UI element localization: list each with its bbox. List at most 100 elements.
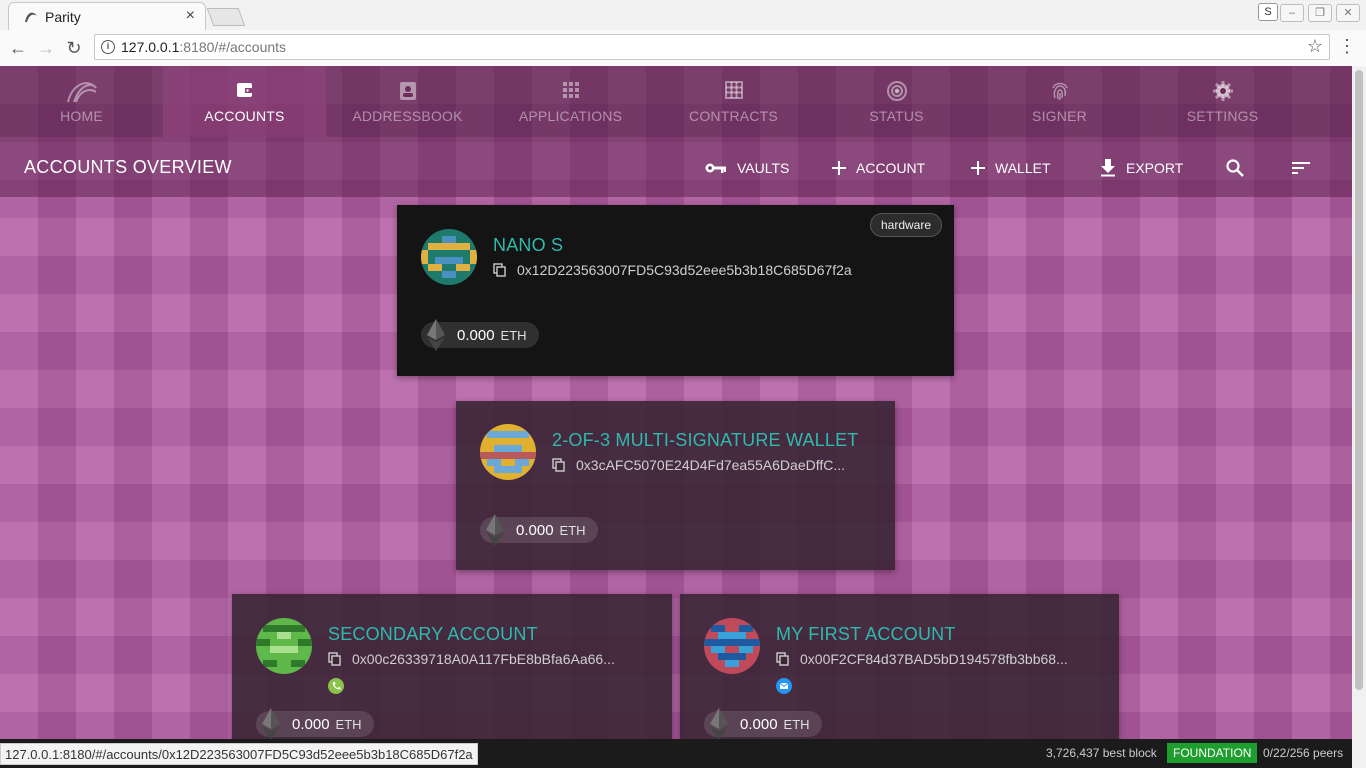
balance-value: 0.000 bbox=[457, 326, 495, 344]
nav-addressbook[interactable]: ADDRESSBOOK bbox=[326, 66, 489, 137]
balance-chip: 0.000 ETH bbox=[256, 708, 374, 740]
browser-toolbar: ← → ↻ i 127.0.0.1:8180/#/accounts ☆ ⋮ bbox=[0, 30, 1366, 67]
hardware-badge: hardware bbox=[869, 213, 942, 237]
tab-title: Parity bbox=[45, 9, 81, 25]
wallet-label: WALLET bbox=[995, 160, 1051, 176]
address-bar[interactable]: i 127.0.0.1:8180/#/accounts ☆ bbox=[94, 34, 1330, 60]
gear-icon bbox=[1212, 81, 1233, 101]
browser-tab[interactable]: Parity × bbox=[8, 2, 206, 30]
account-address: 0x00F2CF84d37BAD5bD194578fb3bb68... bbox=[776, 651, 1068, 667]
nav-settings[interactable]: SETTINGS bbox=[1141, 66, 1304, 137]
chain-badge: FOUNDATION bbox=[1167, 743, 1258, 763]
search-button[interactable] bbox=[1226, 157, 1244, 179]
balance-value: 0.000 bbox=[516, 521, 554, 539]
page-title: ACCOUNTS OVERVIEW bbox=[24, 157, 232, 177]
copy-icon[interactable] bbox=[776, 652, 790, 666]
nav-signer[interactable]: SIGNER bbox=[978, 66, 1141, 137]
plus-icon bbox=[971, 161, 985, 175]
signal-icon bbox=[886, 81, 907, 101]
nav-label: ADDRESSBOOK bbox=[352, 108, 463, 124]
nav-home[interactable]: HOME bbox=[0, 66, 163, 137]
grid-icon bbox=[724, 81, 743, 99]
nav-label: SETTINGS bbox=[1186, 108, 1259, 124]
nav-label: HOME bbox=[60, 108, 103, 124]
sort-icon bbox=[1292, 162, 1310, 174]
nav-label: CONTRACTS bbox=[689, 108, 778, 124]
account-card[interactable]: hardware NANO S 0x12D223563007FD5C93d52e… bbox=[397, 205, 954, 376]
address-text: 0x3cAFC5070E24D4Fd7ea55A6DaeDffC... bbox=[576, 457, 846, 473]
vaults-button[interactable]: VAULTS bbox=[705, 157, 789, 179]
peer-count: 0/22/256 peers bbox=[1263, 746, 1344, 760]
copy-icon[interactable] bbox=[493, 263, 507, 277]
add-wallet-button[interactable]: WALLET bbox=[971, 157, 1051, 179]
window-controls: – ❐ ✕ bbox=[1280, 4, 1360, 22]
status-bar: 127.0.0.1:8180/#/accounts/0x12D223563007… bbox=[0, 739, 1352, 768]
vaults-label: VAULTS bbox=[737, 160, 790, 176]
minimize-window-icon[interactable]: – bbox=[1280, 4, 1304, 22]
browser-tab-strip: Parity × S – ❐ ✕ bbox=[0, 0, 1366, 31]
balance-chip: 0.000 ETH bbox=[480, 514, 598, 546]
back-arrow-icon[interactable]: ← bbox=[6, 36, 30, 60]
parity-logo-icon bbox=[66, 82, 97, 103]
identicon-avatar bbox=[421, 229, 477, 285]
export-label: EXPORT bbox=[1126, 160, 1184, 176]
maximize-window-icon[interactable]: ❐ bbox=[1308, 4, 1332, 22]
identicon-avatar bbox=[480, 424, 536, 480]
apps-grid-icon bbox=[562, 82, 579, 98]
bookmark-star-icon[interactable]: ☆ bbox=[1307, 36, 1323, 57]
nav-contracts[interactable]: CONTRACTS bbox=[652, 66, 815, 137]
extension-icon[interactable]: S bbox=[1258, 3, 1278, 21]
account-name[interactable]: MY FIRST ACCOUNT bbox=[776, 624, 956, 645]
account-name[interactable]: 2-OF-3 MULTI-SIGNATURE WALLET bbox=[552, 430, 859, 451]
account-name[interactable]: NANO S bbox=[493, 235, 563, 256]
nav-label: ACCOUNTS bbox=[204, 108, 285, 124]
copy-icon[interactable] bbox=[328, 652, 342, 666]
account-address: 0x3cAFC5070E24D4Fd7ea55A6DaeDffC... bbox=[552, 457, 845, 473]
balance-unit: ETH bbox=[783, 716, 810, 732]
search-icon bbox=[1226, 159, 1244, 177]
address-text: 0x00c26339718A0A117FbE8bBfa6Aa66... bbox=[352, 651, 615, 667]
balance-unit: ETH bbox=[559, 522, 586, 538]
parity-favicon-icon bbox=[25, 12, 37, 22]
sort-button[interactable] bbox=[1292, 157, 1312, 179]
close-tab-icon[interactable]: × bbox=[186, 7, 195, 25]
nav-accounts[interactable]: ACCOUNTS bbox=[163, 66, 326, 137]
export-button[interactable]: EXPORT bbox=[1100, 157, 1183, 179]
nav-status[interactable]: STATUS bbox=[815, 66, 978, 137]
add-account-button[interactable]: ACCOUNT bbox=[832, 157, 925, 179]
account-address: 0x12D223563007FD5C93d52eee5b3b18C685D67f… bbox=[493, 262, 852, 278]
browser-menu-icon[interactable]: ⋮ bbox=[1338, 36, 1356, 57]
forward-arrow-icon[interactable]: → bbox=[34, 36, 58, 60]
address-text: 0x12D223563007FD5C93d52eee5b3b18C685D67f… bbox=[517, 262, 852, 278]
site-info-icon[interactable]: i bbox=[101, 40, 115, 54]
balance-chip: 0.000 ETH bbox=[421, 319, 539, 351]
balance-value: 0.000 bbox=[292, 715, 330, 733]
nav-label: STATUS bbox=[869, 108, 924, 124]
balance-unit: ETH bbox=[335, 716, 362, 732]
plus-icon bbox=[832, 161, 846, 175]
account-card[interactable]: 2-OF-3 MULTI-SIGNATURE WALLET 0x3cAFC507… bbox=[456, 401, 895, 570]
account-address: 0x00c26339718A0A117FbE8bBfa6Aa66... bbox=[328, 651, 615, 667]
main-navigation: HOME ACCOUNTS ADDRESSBOOK APPLICATIONS C… bbox=[0, 66, 1352, 137]
account-name[interactable]: SECONDARY ACCOUNT bbox=[328, 624, 538, 645]
wallet-icon bbox=[236, 83, 253, 97]
account-label: ACCOUNT bbox=[856, 160, 926, 176]
scrollbar-thumb[interactable] bbox=[1355, 70, 1363, 690]
close-window-icon[interactable]: ✕ bbox=[1336, 4, 1360, 22]
address-text: 0x00F2CF84d37BAD5bD194578fb3bb68... bbox=[800, 651, 1068, 667]
best-block: 3,726,437 best block bbox=[1046, 746, 1157, 760]
balance-chip: 0.000 ETH bbox=[704, 708, 822, 740]
download-icon bbox=[1101, 159, 1115, 177]
new-tab-button[interactable] bbox=[206, 8, 246, 26]
page-scrollbar[interactable] bbox=[1352, 66, 1366, 768]
nav-label: APPLICATIONS bbox=[518, 108, 623, 124]
ethereum-icon bbox=[262, 708, 280, 740]
nav-applications[interactable]: APPLICATIONS bbox=[489, 66, 652, 137]
nav-label: SIGNER bbox=[1032, 108, 1087, 124]
copy-icon[interactable] bbox=[552, 458, 566, 472]
reload-icon[interactable]: ↻ bbox=[62, 36, 86, 60]
url-path: :8180/#/accounts bbox=[179, 39, 287, 55]
identicon-avatar bbox=[256, 618, 312, 674]
ethereum-icon bbox=[427, 319, 445, 351]
url-host: 127.0.0.1 bbox=[121, 39, 180, 55]
